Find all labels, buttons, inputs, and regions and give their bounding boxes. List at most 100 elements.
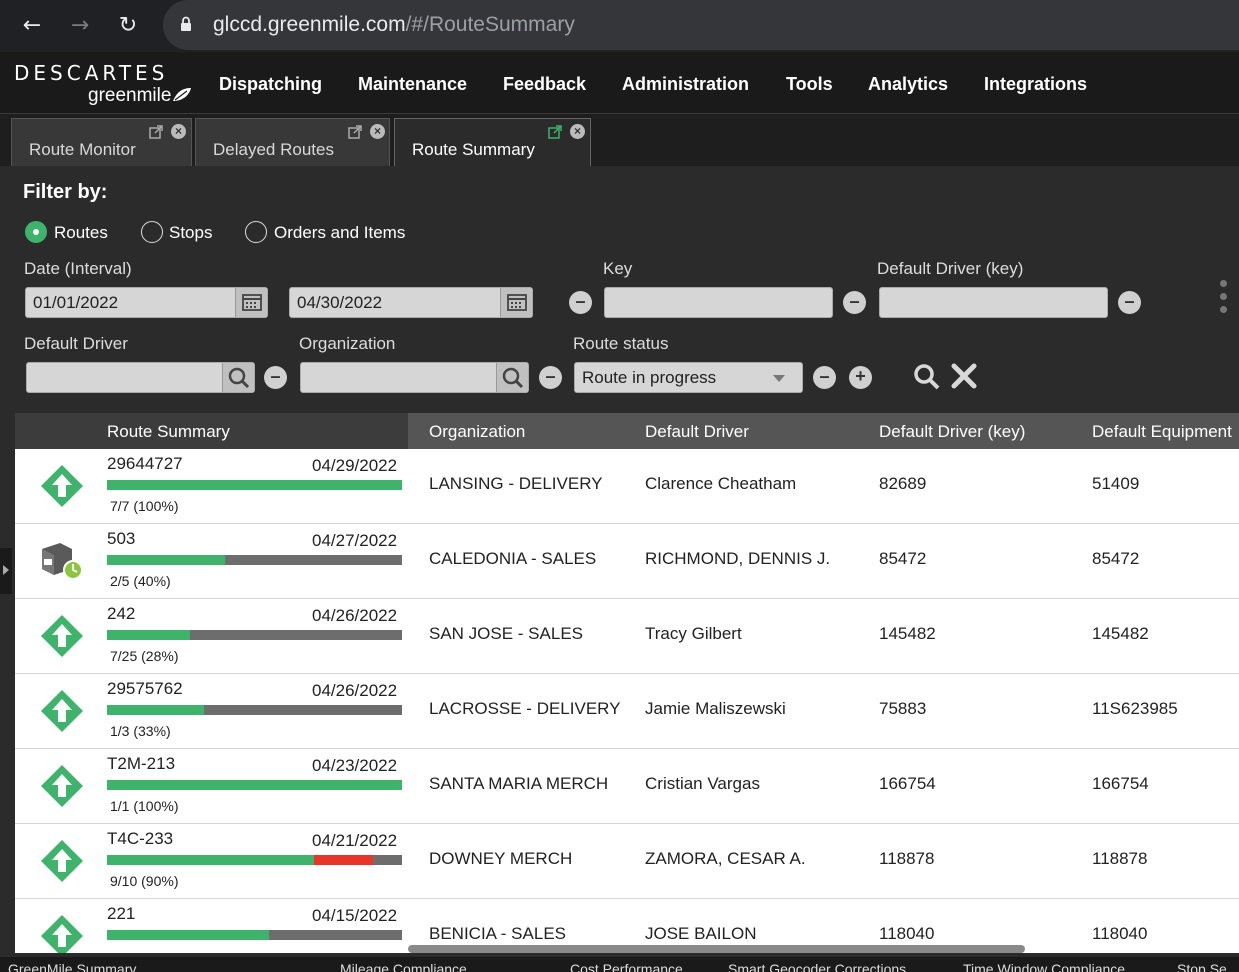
close-icon[interactable]: ×: [570, 124, 585, 139]
search-icon[interactable]: [222, 363, 254, 392]
route-date: 04/29/2022: [312, 456, 398, 475]
route-date: 04/26/2022: [312, 681, 398, 700]
cell-equipment: 166754: [1092, 774, 1149, 793]
clear-filter-icon[interactable]: [950, 362, 978, 390]
remove-status-filter-button[interactable]: –: [813, 366, 836, 389]
route-id[interactable]: T2M-213: [107, 754, 175, 774]
horizontal-scrollbar[interactable]: [408, 945, 1025, 953]
logo-greenmile: greenmile: [88, 85, 172, 106]
col-default-driver-key[interactable]: Default Driver (key): [879, 422, 1025, 442]
radio-stops[interactable]: [141, 221, 163, 243]
back-arrow-icon[interactable]: ←: [18, 12, 46, 40]
more-options-icon[interactable]: [1220, 280, 1228, 319]
radio-orders-items-label[interactable]: Orders and Items: [274, 223, 405, 243]
footer-link[interactable]: GreenMile Summary: [8, 961, 136, 972]
route-status-value: Route in progress: [582, 368, 717, 387]
default-driver-field[interactable]: [26, 362, 255, 393]
route-id[interactable]: 242: [107, 604, 135, 624]
remove-organization-filter-button[interactable]: –: [539, 366, 562, 389]
route-status-select[interactable]: Route in progress: [574, 362, 803, 393]
up-arrow-diamond-icon: [41, 615, 83, 657]
table-row[interactable]: T4C-233 04/21/2022 9/10 (90%) DOWNEY MERCH Z…: [15, 824, 1239, 899]
tab-label: Route Monitor: [29, 140, 136, 159]
date-to-field[interactable]: 04/30/2022: [289, 287, 533, 318]
progress-text: 2/5 (40%): [110, 573, 171, 589]
col-organization[interactable]: Organization: [429, 422, 525, 442]
cell-organization: CALEDONIA - SALES: [429, 549, 597, 568]
popout-icon[interactable]: [548, 125, 562, 139]
progress-bar: [107, 480, 402, 490]
default-driver-key-field[interactable]: [879, 287, 1108, 318]
tab-delayed-routes[interactable]: Delayed Routes ×: [195, 118, 390, 166]
cell-organization: LACROSSE - DELIVERY: [429, 699, 621, 718]
close-icon[interactable]: ×: [171, 124, 186, 139]
table-row[interactable]: 29644727 04/29/2022 7/7 (100%) LANSING - DE…: [15, 449, 1239, 524]
cell-driver-key: 75883: [879, 699, 927, 718]
route-id[interactable]: T4C-233: [107, 829, 173, 849]
table-row[interactable]: 503 04/27/2022 2/5 (40%) CALEDONIA - SALES R…: [15, 524, 1239, 599]
footer-link[interactable]: Stop Se: [1177, 961, 1227, 972]
calendar-icon[interactable]: [500, 288, 532, 317]
progress-complete: [107, 780, 402, 790]
col-route-summary[interactable]: Route Summary: [107, 422, 230, 442]
remove-driver-key-filter-button[interactable]: –: [1118, 291, 1141, 314]
menu-maintenance[interactable]: Maintenance: [358, 74, 467, 95]
key-field[interactable]: [604, 287, 833, 318]
progress-complete: [107, 855, 314, 865]
radio-routes-label[interactable]: Routes: [54, 223, 108, 243]
app-header: DESCARTES greenmile Dispatching Maintena…: [0, 52, 1239, 114]
popout-icon[interactable]: [348, 125, 362, 139]
progress-bar: [107, 705, 402, 715]
col-default-equipment[interactable]: Default Equipment: [1092, 422, 1232, 442]
route-id[interactable]: 503: [107, 529, 135, 549]
date-from-field[interactable]: 01/01/2022: [25, 287, 268, 318]
key-label: Key: [603, 259, 633, 278]
up-arrow-diamond-icon: [41, 465, 83, 507]
route-id[interactable]: 29644727: [107, 454, 183, 474]
tab-strip: Route Monitor × Delayed Routes × Route S…: [0, 114, 1239, 166]
menu-tools[interactable]: Tools: [786, 74, 833, 95]
forward-arrow-icon[interactable]: →: [66, 12, 94, 40]
url-text[interactable]: glccd.greenmile.com/#/RouteSummary: [213, 13, 575, 37]
cell-driver-key: 118040: [879, 924, 935, 943]
footer-link[interactable]: Mileage Compliance: [340, 961, 467, 972]
side-panel-toggle[interactable]: [0, 548, 12, 594]
search-icon[interactable]: [912, 362, 942, 392]
footer-link[interactable]: Time Window Compliance: [963, 961, 1125, 972]
progress-complete: [107, 705, 205, 715]
default-driver-key-label: Default Driver (key): [877, 259, 1024, 278]
calendar-icon[interactable]: [235, 288, 267, 317]
radio-stops-label[interactable]: Stops: [169, 223, 212, 243]
search-icon[interactable]: [496, 363, 528, 392]
table-row[interactable]: T2M-213 04/23/2022 1/1 (100%) SANTA MARIA M…: [15, 749, 1239, 824]
col-default-driver[interactable]: Default Driver: [645, 422, 749, 442]
add-filter-button[interactable]: +: [849, 366, 872, 389]
footer-link[interactable]: Cost Performance: [570, 961, 683, 972]
menu-integrations[interactable]: Integrations: [984, 74, 1087, 95]
remove-date-filter-button[interactable]: –: [569, 291, 592, 314]
tab-route-monitor[interactable]: Route Monitor ×: [11, 118, 192, 166]
cell-organization: BENICIA - SALES: [429, 924, 566, 943]
radio-routes[interactable]: [25, 221, 47, 243]
progress-bar: [107, 630, 402, 640]
menu-feedback[interactable]: Feedback: [503, 74, 586, 95]
route-id[interactable]: 221: [107, 904, 135, 924]
remove-key-filter-button[interactable]: –: [843, 291, 866, 314]
progress-bar: [107, 780, 402, 790]
radio-orders-items[interactable]: [245, 221, 267, 243]
route-id[interactable]: 29575762: [107, 679, 183, 699]
menu-analytics[interactable]: Analytics: [868, 74, 948, 95]
footer-link[interactable]: Smart Geocoder Corrections: [728, 961, 906, 972]
menu-administration[interactable]: Administration: [622, 74, 749, 95]
table-row[interactable]: 29575762 04/26/2022 1/3 (33%) LACROSSE - DE…: [15, 674, 1239, 749]
cell-driver: ZAMORA, CESAR A.: [645, 849, 806, 868]
popout-icon[interactable]: [149, 125, 163, 139]
tab-route-summary[interactable]: Route Summary ×: [394, 118, 591, 166]
organization-field[interactable]: [300, 362, 529, 393]
reload-icon[interactable]: ↻: [114, 12, 142, 40]
up-arrow-diamond-icon: [41, 840, 83, 882]
table-row[interactable]: 242 04/26/2022 7/25 (28%) SAN JOSE - SALES T…: [15, 599, 1239, 674]
remove-driver-filter-button[interactable]: –: [264, 366, 287, 389]
menu-dispatching[interactable]: Dispatching: [219, 74, 322, 95]
close-icon[interactable]: ×: [370, 124, 385, 139]
